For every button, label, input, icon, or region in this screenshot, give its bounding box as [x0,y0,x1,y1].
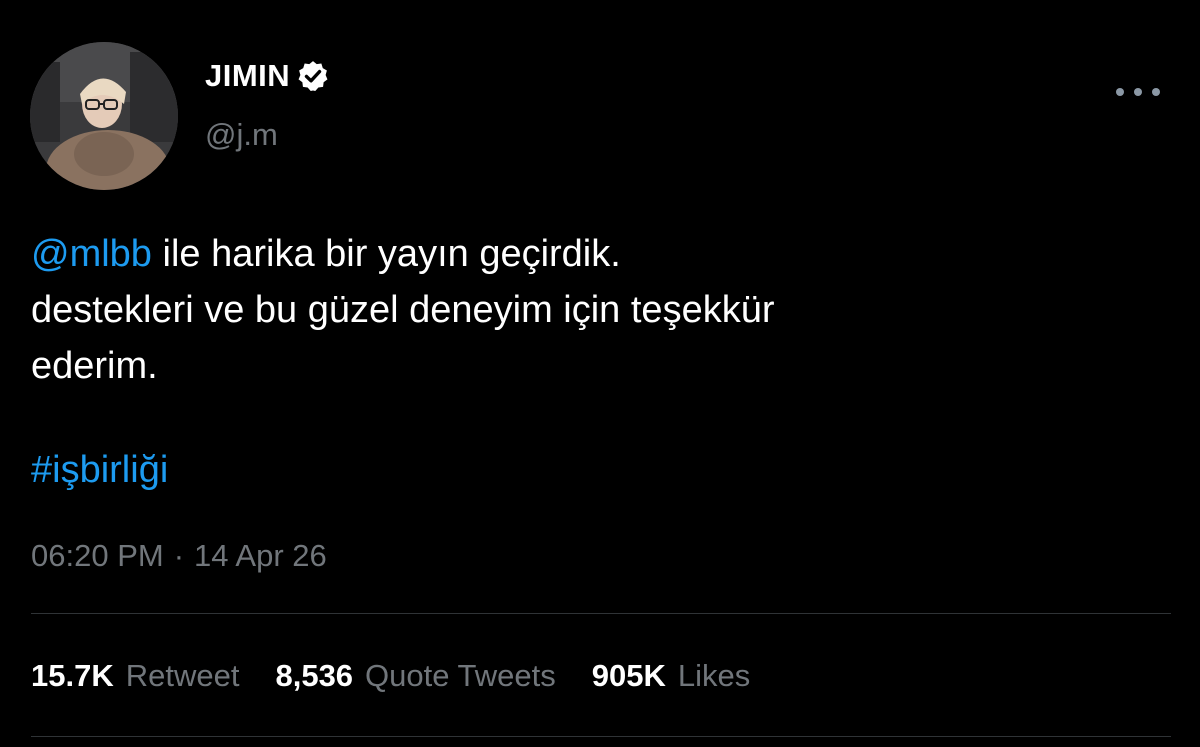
likes-link[interactable]: 905K Likes [592,656,750,696]
user-handle[interactable]: @j.m [205,117,278,153]
more-dot [1134,88,1142,96]
stat-label: Likes [677,658,751,693]
tweet-line-1: @mlbb ile harika bir yayın geçirdik. [31,226,1151,282]
quote-tweets-link[interactable]: 8,536 Quote Tweets [275,656,555,696]
tweet-line-2: destekleri ve bu güzel deneyim için teşe… [31,289,775,331]
hashtag-link[interactable]: #işbirliği [31,442,168,498]
meta-separator: · [173,538,185,573]
avatar-image [30,42,178,190]
divider [31,613,1171,614]
tweet-timestamp[interactable]: 06:20 PM · 14 Apr 26 [31,536,327,576]
more-options-icon[interactable] [1116,80,1160,104]
tweet-text: @mlbb ile harika bir yayın geçirdik. des… [31,226,1151,394]
tweet-line-3: ederim. [31,345,158,387]
tweet-date: 14 Apr 26 [194,538,327,573]
verified-badge-icon [298,61,328,92]
display-name-row[interactable]: JIMIN [205,56,330,96]
avatar[interactable] [30,42,178,190]
stat-count: 905K [591,658,666,693]
more-dot [1116,88,1124,96]
display-name[interactable]: JIMIN [205,58,290,94]
retweet-count-link[interactable]: 15.7K Retweet [31,656,239,696]
tweet-stats: 15.7K Retweet 8,536 Quote Tweets 905K Li… [31,656,786,696]
stat-count: 15.7K [31,658,114,693]
tweet-time: 06:20 PM [31,538,164,573]
more-dot [1152,88,1160,96]
tweet: JIMIN @j.m @mlbb ile harika bir yayın ge… [0,0,1200,747]
stat-label: Quote Tweets [365,658,556,693]
tweet-line-1-text: ile harika bir yayın geçirdik. [151,233,621,275]
divider [31,736,1171,737]
stat-count: 8,536 [275,658,354,693]
stat-label: Retweet [125,658,240,693]
mention-link[interactable]: @mlbb [31,233,152,275]
